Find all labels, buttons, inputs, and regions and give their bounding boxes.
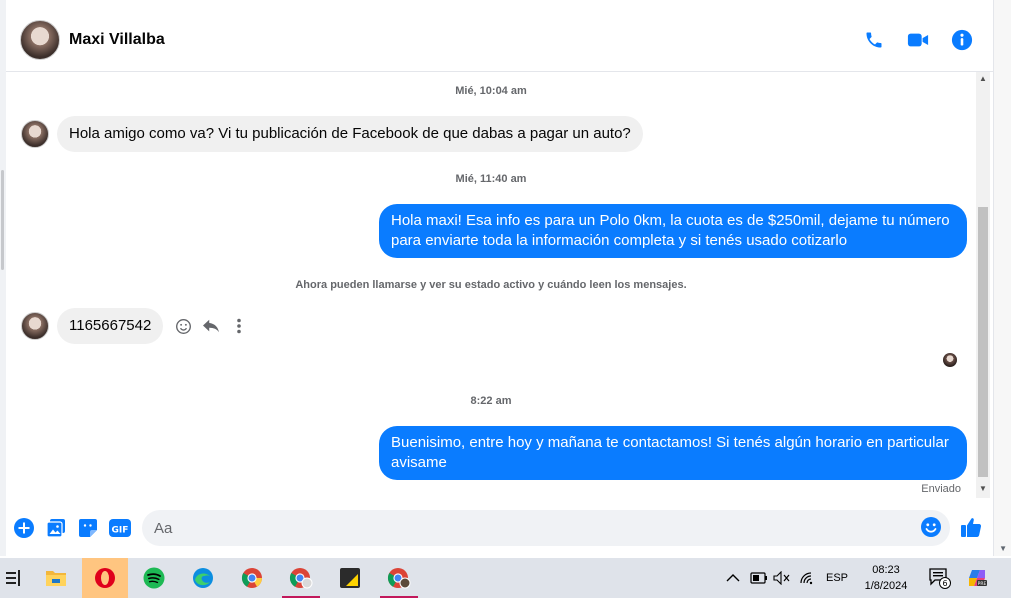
message-input-placeholder: Aa <box>154 519 173 537</box>
delivery-status: Enviado <box>921 483 961 495</box>
message-line: avisame <box>391 454 447 471</box>
battery-icon[interactable] <box>750 558 768 598</box>
message-scrollbar-thumb[interactable] <box>978 207 988 477</box>
show-hidden-icons-chevron[interactable] <box>726 558 740 598</box>
info-icon[interactable] <box>950 28 974 52</box>
incoming-message-bubble[interactable]: Hola amigo como va? Vi tu publicación de… <box>57 116 643 152</box>
outgoing-message-bubble[interactable]: Hola maxi! Esa info es para un Polo 0km,… <box>379 204 967 258</box>
incoming-message-bubble[interactable]: 1165667542 <box>57 308 164 344</box>
task-view-icon[interactable] <box>0 558 36 598</box>
emoji-icon[interactable] <box>920 516 942 542</box>
chrome-icon[interactable] <box>229 558 275 598</box>
timestamp: Mié, 10:04 am <box>455 85 527 97</box>
sticker-icon[interactable] <box>76 516 100 540</box>
sticky-notes-icon[interactable] <box>327 558 373 598</box>
left-scrollbar-thumb[interactable] <box>1 170 4 270</box>
chrome-profile-2-icon[interactable] <box>376 558 422 598</box>
message-scrollbar[interactable]: ▲ ▼ <box>976 72 990 498</box>
photo-icon[interactable] <box>44 516 68 540</box>
contact-name[interactable]: Maxi Villalba <box>69 31 165 49</box>
page-scrollbar[interactable]: ▼ <box>993 0 1011 556</box>
page-scroll-down-arrow[interactable]: ▼ <box>999 544 1007 553</box>
scroll-down-arrow[interactable]: ▼ <box>979 484 987 493</box>
clock[interactable]: 08:23 1/8/2024 <box>856 562 916 594</box>
incoming-message-row: Hola amigo como va? Vi tu publicación de… <box>21 116 643 152</box>
clock-date: 1/8/2024 <box>864 580 908 592</box>
edge-icon[interactable] <box>180 558 226 598</box>
seen-receipt-avatar <box>943 353 957 367</box>
header-actions <box>862 28 974 52</box>
opera-icon[interactable] <box>82 558 128 598</box>
chrome-profile-icon[interactable] <box>278 558 324 598</box>
message-list[interactable]: Mié, 10:04 am Hola amigo como va? Vi tu … <box>6 72 976 500</box>
incoming-message-row: 1165667542 <box>21 308 249 344</box>
volume-muted-icon[interactable] <box>773 558 791 598</box>
clock-time: 08:23 <box>872 564 900 576</box>
spotify-icon[interactable] <box>131 558 177 598</box>
system-notice: Ahora pueden llamarse y ver su estado ac… <box>295 279 687 291</box>
scroll-up-arrow[interactable]: ▲ <box>979 74 987 83</box>
timestamp: Mié, 11:40 am <box>455 173 527 185</box>
add-icon[interactable] <box>12 516 36 540</box>
react-emoji-icon[interactable] <box>173 316 193 336</box>
file-explorer-icon[interactable] <box>33 558 79 598</box>
notification-count: 6 <box>942 579 947 588</box>
phone-icon[interactable] <box>862 28 886 52</box>
conversation-header: Maxi Villalba <box>6 8 994 72</box>
message-line: Hola maxi! Esa info es para un Polo 0km,… <box>391 212 950 229</box>
copilot-icon[interactable]: PRE <box>966 558 988 598</box>
input-language[interactable]: ESP <box>826 558 848 598</box>
sender-avatar[interactable] <box>21 312 49 340</box>
outgoing-message-bubble[interactable]: Buenisimo, entre hoy y mañana te contact… <box>379 426 967 480</box>
like-icon[interactable] <box>960 516 982 543</box>
gif-label: GIF <box>112 526 129 536</box>
message-line: para enviarte toda la información comple… <box>391 232 848 249</box>
message-line: Buenisimo, entre hoy y mañana te contact… <box>391 434 949 451</box>
contact-avatar[interactable] <box>20 19 60 60</box>
video-camera-icon[interactable] <box>906 28 930 52</box>
notification-center-icon[interactable]: 6 <box>928 558 952 598</box>
message-hover-actions <box>173 316 249 336</box>
reply-icon[interactable] <box>201 316 221 336</box>
more-options-icon[interactable] <box>229 316 249 336</box>
network-icon[interactable] <box>799 558 815 598</box>
sender-avatar[interactable] <box>21 120 49 148</box>
messenger-window: Maxi Villalba Mié, 10:04 am Hola amigo c… <box>0 0 1011 556</box>
message-composer: GIF Aa <box>6 504 994 552</box>
windows-taskbar: ESP 08:23 1/8/2024 6 PRE <box>0 558 1011 598</box>
gif-icon[interactable]: GIF <box>108 516 132 540</box>
message-input[interactable]: Aa <box>142 510 950 546</box>
timestamp: 8:22 am <box>470 395 512 407</box>
svg-text:PRE: PRE <box>978 581 987 587</box>
